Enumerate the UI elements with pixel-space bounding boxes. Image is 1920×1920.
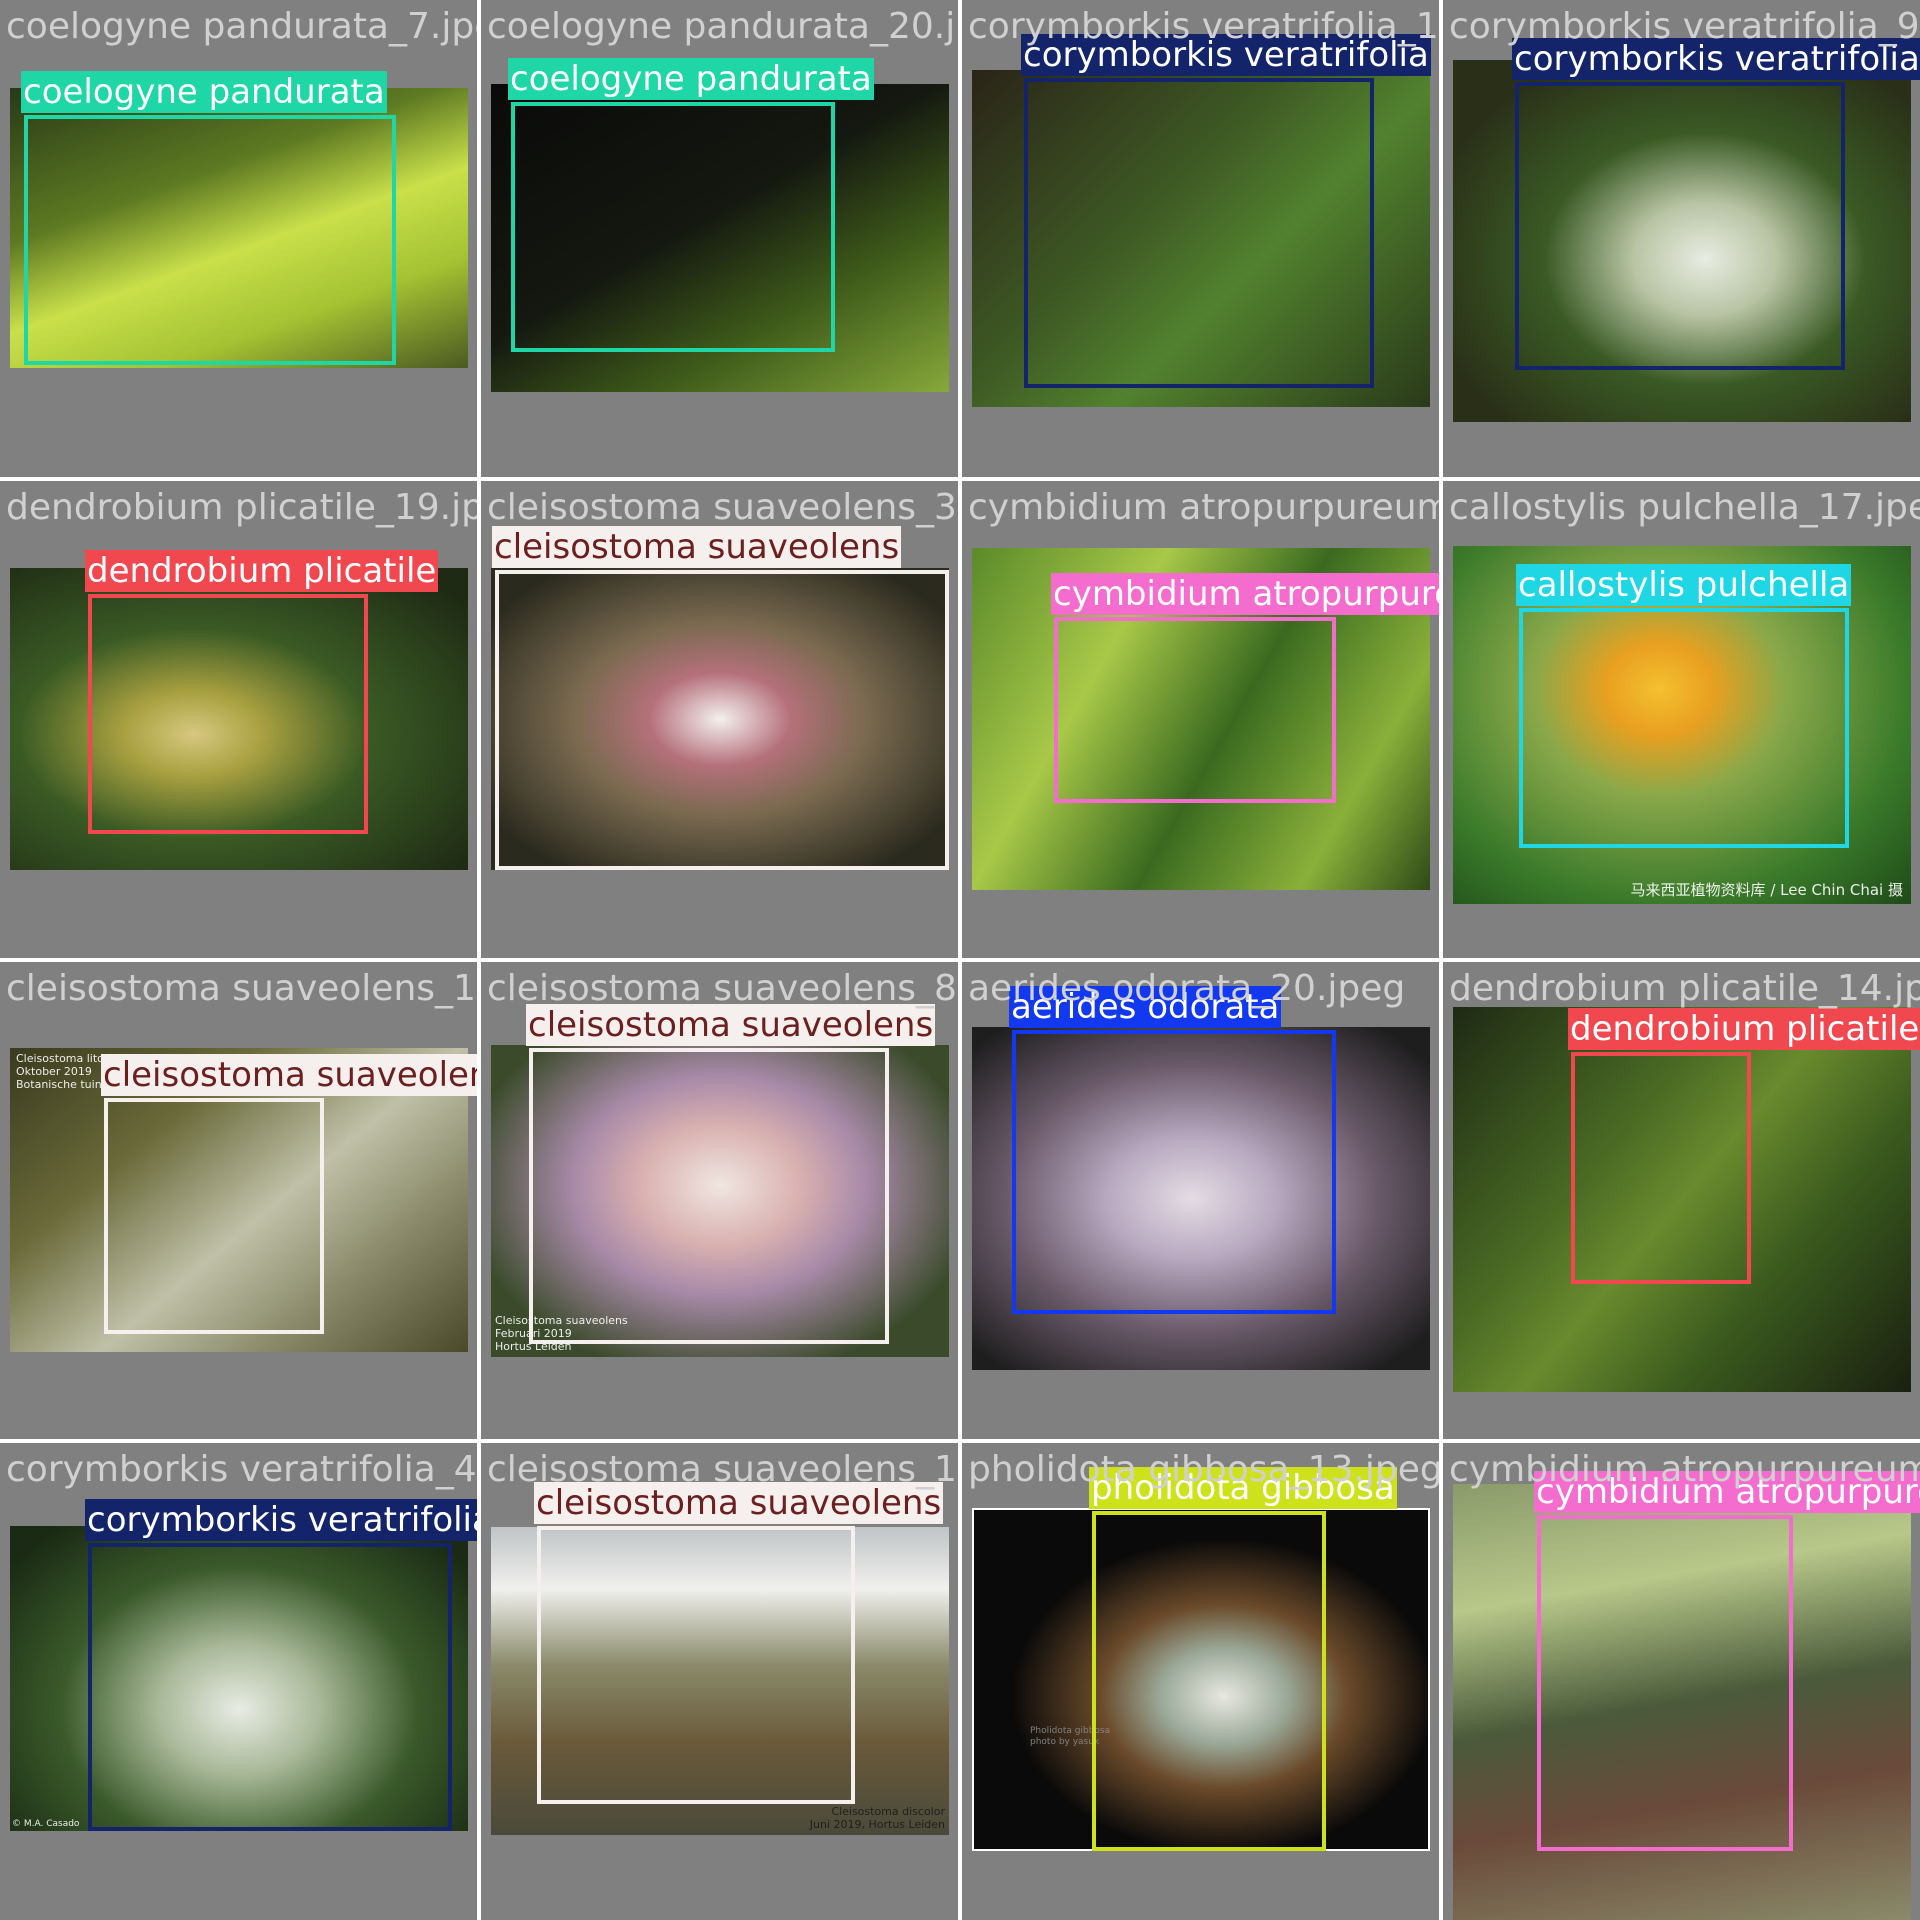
- detection-15: pholidota gibbosa: [1089, 1467, 1397, 1851]
- tile-13[interactable]: © M.A. Casado corymborkis veratrifolia_4…: [0, 1443, 477, 1920]
- detection-6: cleisostoma suaveolens: [492, 526, 949, 870]
- detection-8: callostylis pulchella: [1516, 564, 1852, 848]
- file-name: pholidota gibbosa_13.jpeg: [968, 1449, 1439, 1490]
- tile-5[interactable]: dendrobium plicatile_19.jpeg dendrobium …: [0, 481, 477, 958]
- file-name: cleisostoma suaveolens_19.jpeg: [487, 1449, 958, 1490]
- bounding-box: [104, 1098, 324, 1334]
- tile-2[interactable]: coelogyne pandurata_20.jpeg coelogyne pa…: [481, 0, 958, 477]
- detection-5: dendrobium plicatile: [85, 550, 439, 834]
- file-name: cleisostoma suaveolens_8.jpeg: [487, 968, 958, 1009]
- tile-9[interactable]: Cleisostoma litoreum Oktober 2019 Botani…: [0, 962, 477, 1439]
- bounding-box: [1537, 1515, 1793, 1851]
- file-name: aerides odorata_20.jpeg: [968, 968, 1406, 1009]
- bounding-box: [511, 102, 835, 352]
- class-label: cymbidium atropurpureum: [1051, 573, 1439, 615]
- mosaic-grid: coelogyne pandurata_7.jpeg coelogyne pan…: [0, 0, 1920, 1920]
- file-name: cymbidium atropurpureum_2.jpeg: [968, 487, 1439, 528]
- tile-7[interactable]: cymbidium atropurpureum_2.jpeg cymbidium…: [962, 481, 1439, 958]
- file-name: callostylis pulchella_17.jpeg: [1449, 487, 1920, 528]
- class-label: cleisostoma suaveolens: [526, 1004, 936, 1046]
- tile-15[interactable]: Pholidota gibbosa photo by yasuk pholido…: [962, 1443, 1439, 1920]
- file-name: dendrobium plicatile_19.jpeg: [6, 487, 477, 528]
- class-label: corymborkis veratrifolia: [85, 1499, 477, 1541]
- detection-4: corymborkis veratrifolia: [1512, 38, 1920, 370]
- class-label: coelogyne pandurata: [508, 58, 874, 100]
- detection-1: coelogyne pandurata: [21, 71, 396, 365]
- detection-7: cymbidium atropurpureum: [1051, 573, 1439, 803]
- tile-1[interactable]: coelogyne pandurata_7.jpeg coelogyne pan…: [0, 0, 477, 477]
- class-label: coelogyne pandurata: [21, 71, 387, 113]
- tile-12[interactable]: dendrobium plicatile_14.jpeg dendrobium …: [1443, 962, 1920, 1439]
- photo-credit: © M.A. Casado: [12, 1819, 80, 1829]
- class-label: callostylis pulchella: [1516, 564, 1852, 606]
- detection-3: corymborkis veratrifolia: [1021, 34, 1431, 388]
- tile-11[interactable]: aerides odorata_20.jpeg aerides odorata: [962, 962, 1439, 1439]
- bounding-box: [495, 570, 949, 870]
- file-name: dendrobium plicatile_14.jpeg: [1449, 968, 1920, 1009]
- file-name: corymborkis veratrifolia_9.jpeg: [1449, 6, 1920, 47]
- photo-credit: Cleisostoma discolor Juni 2019, Hortus L…: [809, 1805, 945, 1831]
- bounding-box: [1054, 617, 1336, 803]
- bounding-box: [1012, 1030, 1336, 1314]
- bounding-box: [1515, 82, 1845, 370]
- bounding-box: [1024, 78, 1374, 388]
- tile-10[interactable]: Cleisostoma suaveolens Februari 2019 Hor…: [481, 962, 958, 1439]
- class-label: dendrobium plicatile: [1568, 1008, 1920, 1050]
- detection-13: corymborkis veratrifolia: [85, 1499, 477, 1831]
- tile-16[interactable]: cymbidium atropurpureum_4.jpeg cymbidium…: [1443, 1443, 1920, 1920]
- bounding-box: [1092, 1511, 1326, 1851]
- detection-12: dendrobium plicatile: [1568, 1008, 1920, 1284]
- file-name: coelogyne pandurata_7.jpeg: [6, 6, 477, 47]
- tile-8[interactable]: 马来西亚植物资料库 / Lee Chin Chai 摄 callostylis …: [1443, 481, 1920, 958]
- bounding-box: [88, 1543, 452, 1831]
- file-name: cleisostoma suaveolens_3.jpeg: [487, 487, 958, 528]
- detection-9: cleisostoma suaveolens: [101, 1054, 477, 1334]
- bounding-box: [1519, 608, 1849, 848]
- bounding-box: [529, 1048, 889, 1344]
- photo-credit: 马来西亚植物资料库 / Lee Chin Chai 摄: [1630, 881, 1903, 899]
- file-name: coelogyne pandurata_20.jpeg: [487, 6, 958, 47]
- file-name: cymbidium atropurpureum_4.jpeg: [1449, 1449, 1920, 1490]
- bounding-box: [537, 1526, 855, 1804]
- bounding-box: [1571, 1052, 1751, 1284]
- tile-14[interactable]: Cleisostoma discolor Juni 2019, Hortus L…: [481, 1443, 958, 1920]
- tile-4[interactable]: corymborkis veratrifolia_9.jpeg corymbor…: [1443, 0, 1920, 477]
- class-label: dendrobium plicatile: [85, 550, 439, 592]
- class-label: cleisostoma suaveolens: [492, 526, 902, 568]
- detection-2: coelogyne pandurata: [508, 58, 874, 352]
- class-label: cleisostoma suaveolens: [101, 1054, 477, 1096]
- detection-14: cleisostoma suaveolens: [534, 1482, 944, 1804]
- file-name: cleisostoma suaveolens_16.jpeg: [6, 968, 477, 1009]
- tile-3[interactable]: corymborkis veratrifolia_15.jpeg corymbo…: [962, 0, 1439, 477]
- file-name: corymborkis veratrifolia_4.jpeg: [6, 1449, 477, 1490]
- bounding-box: [88, 594, 368, 834]
- bounding-box: [24, 115, 396, 365]
- tile-6[interactable]: cleisostoma suaveolens_3.jpeg cleisostom…: [481, 481, 958, 958]
- detection-10: cleisostoma suaveolens: [526, 1004, 936, 1344]
- detection-11: aerides odorata: [1009, 986, 1336, 1314]
- file-name: corymborkis veratrifolia_15.jpeg: [968, 6, 1439, 47]
- detection-16: cymbidium atropurpureum: [1534, 1471, 1920, 1851]
